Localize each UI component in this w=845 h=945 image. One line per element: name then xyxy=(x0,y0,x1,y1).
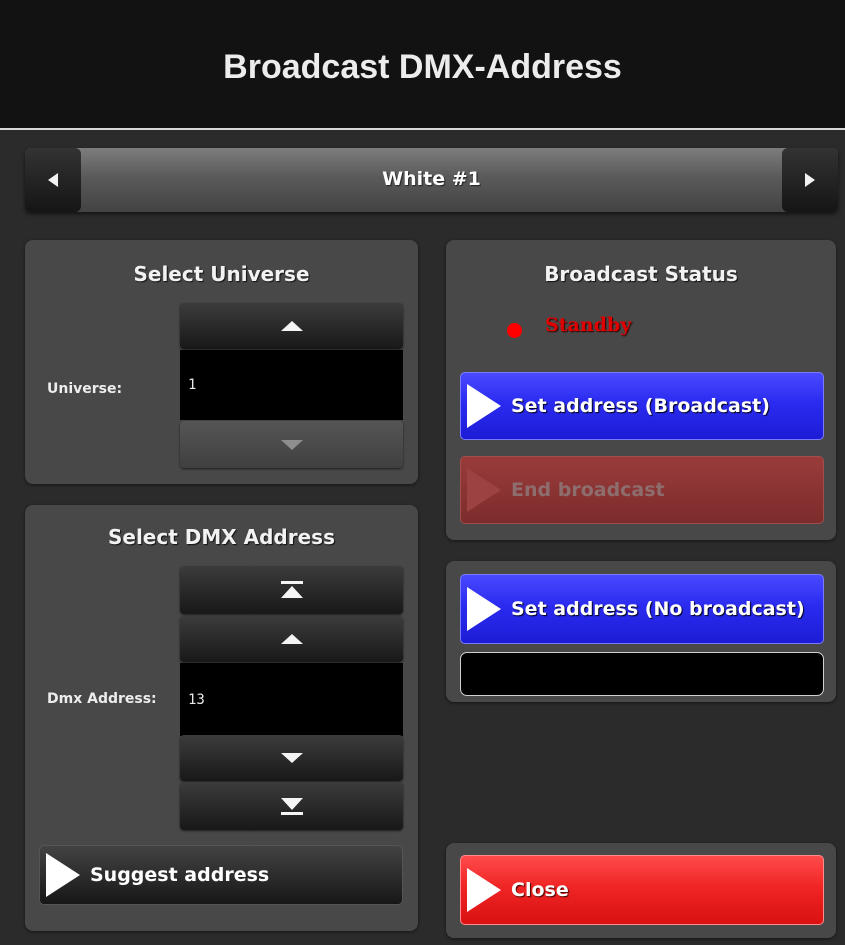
broadcast-status-panel: Broadcast Status Standby Set address (Br… xyxy=(446,240,836,540)
triangle-down-icon xyxy=(280,753,303,763)
play-icon xyxy=(467,868,501,912)
universe-panel: Select Universe Universe: 1 xyxy=(25,240,418,484)
play-icon xyxy=(46,853,80,897)
close-button[interactable]: Close xyxy=(460,855,824,925)
end-broadcast-label: End broadcast xyxy=(511,479,665,501)
skip-to-bottom-icon xyxy=(280,798,303,815)
universe-value[interactable]: 1 xyxy=(180,350,403,420)
skip-to-top-icon xyxy=(280,581,303,598)
dmx-last-button[interactable] xyxy=(180,782,403,830)
title-bar: Broadcast DMX-Address xyxy=(0,0,845,130)
suggest-address-button[interactable]: Suggest address xyxy=(39,845,403,905)
close-label: Close xyxy=(511,879,569,901)
status-indicator-icon xyxy=(507,323,522,338)
dmx-first-button[interactable] xyxy=(180,566,403,614)
universe-up-button[interactable] xyxy=(180,303,403,349)
previous-fixture-button[interactable] xyxy=(25,148,81,212)
universe-panel-title: Select Universe xyxy=(133,262,310,286)
triangle-right-icon xyxy=(805,173,815,187)
dmx-address-value[interactable]: 13 xyxy=(180,663,403,736)
triangle-up-icon xyxy=(280,634,303,644)
play-icon xyxy=(467,384,501,428)
play-icon xyxy=(467,587,501,631)
set-address-broadcast-label: Set address (Broadcast) xyxy=(511,395,770,417)
end-broadcast-button[interactable]: End broadcast xyxy=(460,456,824,524)
broadcast-dmx-dialog: Broadcast DMX-Address White #1 Select Un… xyxy=(0,0,845,945)
dmx-up-button[interactable] xyxy=(180,616,403,662)
broadcast-panel-title: Broadcast Status xyxy=(544,262,738,286)
set-address-no-broadcast-button[interactable]: Set address (No broadcast) xyxy=(460,574,824,644)
set-address-no-broadcast-label: Set address (No broadcast) xyxy=(511,598,805,620)
next-fixture-button[interactable] xyxy=(782,148,838,212)
fixture-name: White #1 xyxy=(382,168,481,190)
suggest-address-label: Suggest address xyxy=(90,864,270,886)
triangle-down-icon xyxy=(280,439,303,450)
dmx-address-label: Dmx Address: xyxy=(47,691,157,707)
message-field xyxy=(460,652,824,696)
play-icon xyxy=(467,468,501,512)
no-broadcast-panel: Set address (No broadcast) xyxy=(446,561,836,702)
triangle-up-icon xyxy=(280,321,303,331)
universe-label: Universe: xyxy=(47,381,123,397)
status-text: Standby xyxy=(545,314,632,336)
close-panel: Close xyxy=(446,843,836,938)
dmx-down-button[interactable] xyxy=(180,735,403,781)
dmx-address-panel: Select DMX Address Dmx Address: 13 Sugge… xyxy=(25,505,418,931)
dmx-panel-title: Select DMX Address xyxy=(107,525,335,549)
dialog-title: Broadcast DMX-Address xyxy=(223,48,622,86)
set-address-broadcast-button[interactable]: Set address (Broadcast) xyxy=(460,372,824,440)
universe-down-button[interactable] xyxy=(180,421,403,468)
triangle-left-icon xyxy=(48,173,58,187)
fixture-selector: White #1 xyxy=(25,148,838,212)
